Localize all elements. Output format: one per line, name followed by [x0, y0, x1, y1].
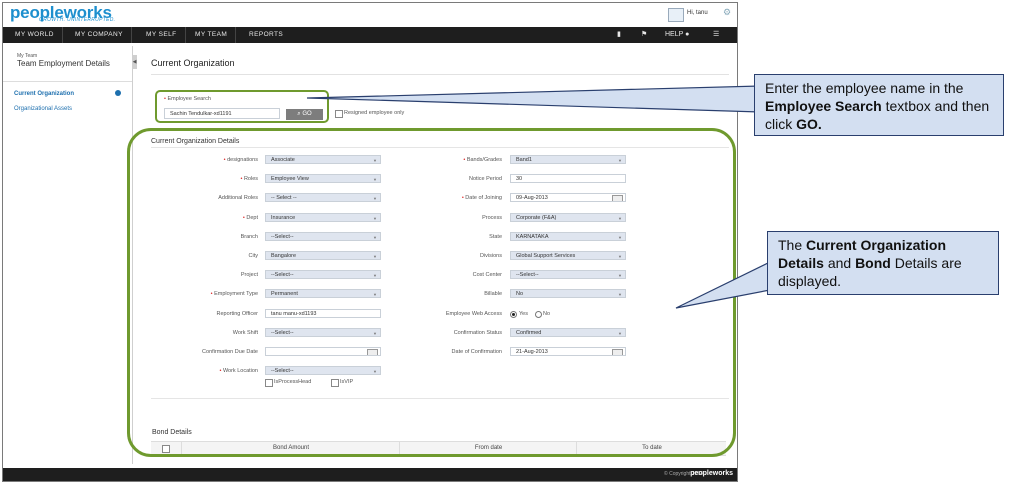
details-callout: The Current Organization Details and Bon… [767, 231, 999, 295]
details-callout-pointer [675, 261, 771, 309]
search-callout-pointer [306, 85, 761, 113]
search-callout: Enter the employee name in the Employee … [754, 74, 1004, 136]
